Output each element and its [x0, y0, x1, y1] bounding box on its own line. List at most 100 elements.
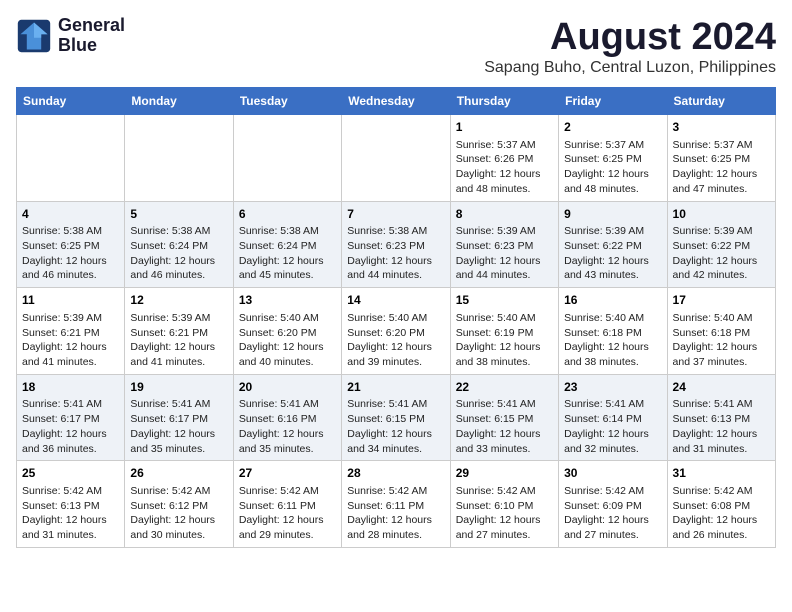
day-number: 22: [456, 379, 553, 396]
subtitle: Sapang Buho, Central Luzon, Philippines: [484, 59, 776, 77]
calendar-cell: 14Sunrise: 5:40 AM Sunset: 6:20 PM Dayli…: [342, 288, 450, 375]
calendar-cell: 16 Sunrise: 5:40 AM Sunset: 6:18 PM Dayli…: [559, 288, 667, 375]
day-number: 24: [673, 379, 770, 396]
day-info: Sunrise: 5:41 AM Sunset: 6:15 PM Dayligh…: [456, 397, 553, 456]
day-info: Sunrise: 5:38 AM Sunset: 6:23 PM Dayligh…: [347, 224, 444, 283]
col-header-wednesday: Wednesday: [342, 88, 450, 115]
day-number: 9: [564, 206, 661, 223]
title-block: August 2024 Sapang Buho, Central Luzon, …: [484, 16, 776, 77]
calendar-cell: 4Sunrise: 5:38 AM Sunset: 6:25 PM Daylig…: [17, 201, 125, 288]
day-info: Sunrise: 5:42 AM Sunset: 6:12 PM Dayligh…: [130, 484, 227, 543]
calendar-cell: 18Sunrise: 5:41 AM Sunset: 6:17 PM Dayli…: [17, 374, 125, 461]
day-info: Sunrise: 5:40 AM Sunset: 6:18 PM Dayligh…: [673, 311, 770, 370]
calendar-cell: 25 Sunrise: 5:42 AM Sunset: 6:13 PM Dayli…: [17, 461, 125, 548]
calendar-table: SundayMondayTuesdayWednesdayThursdayFrid…: [16, 87, 776, 548]
day-info: Sunrise: 5:38 AM Sunset: 6:24 PM Dayligh…: [239, 224, 336, 283]
day-info: Sunrise: 5:42 AM Sunset: 6:11 PM Dayligh…: [239, 484, 336, 543]
day-number: 29: [456, 465, 553, 482]
calendar-cell: 26 Sunrise: 5:42 AM Sunset: 6:12 PM Dayli…: [125, 461, 233, 548]
day-info: Sunrise: 5:37 AM Sunset: 6:26 PM Dayligh…: [456, 138, 553, 197]
col-header-friday: Friday: [559, 88, 667, 115]
day-number: 26: [130, 465, 227, 482]
day-info: Sunrise: 5:42 AM Sunset: 6:10 PM Dayligh…: [456, 484, 553, 543]
day-number: 19: [130, 379, 227, 396]
calendar-cell: 29 Sunrise: 5:42 AM Sunset: 6:10 PM Dayli…: [450, 461, 558, 548]
day-number: 7: [347, 206, 444, 223]
calendar-cell: 31 Sunrise: 5:42 AM Sunset: 6:08 PM Dayli…: [667, 461, 775, 548]
calendar-cell: 22Sunrise: 5:41 AM Sunset: 6:15 PM Dayli…: [450, 374, 558, 461]
day-info: Sunrise: 5:39 AM Sunset: 6:23 PM Dayligh…: [456, 224, 553, 283]
day-number: 23: [564, 379, 661, 396]
week-row-2: 4Sunrise: 5:38 AM Sunset: 6:25 PM Daylig…: [17, 201, 776, 288]
day-info: Sunrise: 5:42 AM Sunset: 6:13 PM Dayligh…: [22, 484, 119, 543]
calendar-cell: [17, 115, 125, 202]
day-number: 11: [22, 292, 119, 309]
day-number: 30: [564, 465, 661, 482]
calendar-cell: 5Sunrise: 5:38 AM Sunset: 6:24 PM Daylig…: [125, 201, 233, 288]
calendar-cell: 30 Sunrise: 5:42 AM Sunset: 6:09 PM Dayli…: [559, 461, 667, 548]
day-number: 18: [22, 379, 119, 396]
calendar-cell: 28Sunrise: 5:42 AM Sunset: 6:11 PM Dayli…: [342, 461, 450, 548]
day-number: 3: [673, 119, 770, 136]
day-info: Sunrise: 5:39 AM Sunset: 6:21 PM Dayligh…: [130, 311, 227, 370]
calendar-cell: 2Sunrise: 5:37 AM Sunset: 6:25 PM Daylig…: [559, 115, 667, 202]
week-row-3: 11 Sunrise: 5:39 AM Sunset: 6:21 PM Dayli…: [17, 288, 776, 375]
calendar-cell: 11 Sunrise: 5:39 AM Sunset: 6:21 PM Dayli…: [17, 288, 125, 375]
day-info: Sunrise: 5:41 AM Sunset: 6:13 PM Dayligh…: [673, 397, 770, 456]
day-info: Sunrise: 5:40 AM Sunset: 6:18 PM Dayligh…: [564, 311, 661, 370]
calendar-cell: 10Sunrise: 5:39 AM Sunset: 6:22 PM Dayli…: [667, 201, 775, 288]
day-info: Sunrise: 5:41 AM Sunset: 6:17 PM Dayligh…: [130, 397, 227, 456]
day-number: 8: [456, 206, 553, 223]
day-info: Sunrise: 5:41 AM Sunset: 6:17 PM Dayligh…: [22, 397, 119, 456]
day-info: Sunrise: 5:41 AM Sunset: 6:16 PM Dayligh…: [239, 397, 336, 456]
week-row-1: 1 Sunrise: 5:37 AM Sunset: 6:26 PM Daylig…: [17, 115, 776, 202]
calendar-cell: 7Sunrise: 5:38 AM Sunset: 6:23 PM Daylig…: [342, 201, 450, 288]
logo-icon: [16, 18, 52, 54]
calendar-cell: 24Sunrise: 5:41 AM Sunset: 6:13 PM Dayli…: [667, 374, 775, 461]
col-header-monday: Monday: [125, 88, 233, 115]
col-header-saturday: Saturday: [667, 88, 775, 115]
calendar-cell: 6Sunrise: 5:38 AM Sunset: 6:24 PM Daylig…: [233, 201, 341, 288]
calendar-cell: 3Sunrise: 5:37 AM Sunset: 6:25 PM Daylig…: [667, 115, 775, 202]
week-row-5: 25 Sunrise: 5:42 AM Sunset: 6:13 PM Dayli…: [17, 461, 776, 548]
col-header-tuesday: Tuesday: [233, 88, 341, 115]
day-info: Sunrise: 5:40 AM Sunset: 6:19 PM Dayligh…: [456, 311, 553, 370]
day-info: Sunrise: 5:41 AM Sunset: 6:15 PM Dayligh…: [347, 397, 444, 456]
day-number: 31: [673, 465, 770, 482]
calendar-cell: 23Sunrise: 5:41 AM Sunset: 6:14 PM Dayli…: [559, 374, 667, 461]
logo-line2: Blue: [58, 36, 125, 56]
day-info: Sunrise: 5:38 AM Sunset: 6:25 PM Dayligh…: [22, 224, 119, 283]
day-number: 17: [673, 292, 770, 309]
logo-line1: General: [58, 16, 125, 36]
day-info: Sunrise: 5:42 AM Sunset: 6:09 PM Dayligh…: [564, 484, 661, 543]
day-number: 1: [456, 119, 553, 136]
calendar-cell: [233, 115, 341, 202]
page-header: General Blue August 2024 Sapang Buho, Ce…: [16, 16, 776, 77]
day-number: 12: [130, 292, 227, 309]
header-row: SundayMondayTuesdayWednesdayThursdayFrid…: [17, 88, 776, 115]
day-number: 4: [22, 206, 119, 223]
calendar-cell: [342, 115, 450, 202]
day-number: 20: [239, 379, 336, 396]
day-info: Sunrise: 5:38 AM Sunset: 6:24 PM Dayligh…: [130, 224, 227, 283]
day-number: 13: [239, 292, 336, 309]
calendar-cell: 13 Sunrise: 5:40 AM Sunset: 6:20 PM Dayli…: [233, 288, 341, 375]
day-number: 14: [347, 292, 444, 309]
calendar-cell: 27Sunrise: 5:42 AM Sunset: 6:11 PM Dayli…: [233, 461, 341, 548]
day-number: 16: [564, 292, 661, 309]
day-info: Sunrise: 5:42 AM Sunset: 6:11 PM Dayligh…: [347, 484, 444, 543]
day-info: Sunrise: 5:39 AM Sunset: 6:22 PM Dayligh…: [564, 224, 661, 283]
col-header-thursday: Thursday: [450, 88, 558, 115]
day-number: 15: [456, 292, 553, 309]
day-number: 25: [22, 465, 119, 482]
day-info: Sunrise: 5:39 AM Sunset: 6:21 PM Dayligh…: [22, 311, 119, 370]
day-info: Sunrise: 5:42 AM Sunset: 6:08 PM Dayligh…: [673, 484, 770, 543]
day-number: 6: [239, 206, 336, 223]
day-info: Sunrise: 5:40 AM Sunset: 6:20 PM Dayligh…: [239, 311, 336, 370]
week-row-4: 18Sunrise: 5:41 AM Sunset: 6:17 PM Dayli…: [17, 374, 776, 461]
calendar-cell: 15 Sunrise: 5:40 AM Sunset: 6:19 PM Dayli…: [450, 288, 558, 375]
day-info: Sunrise: 5:37 AM Sunset: 6:25 PM Dayligh…: [564, 138, 661, 197]
day-number: 10: [673, 206, 770, 223]
day-info: Sunrise: 5:41 AM Sunset: 6:14 PM Dayligh…: [564, 397, 661, 456]
col-header-sunday: Sunday: [17, 88, 125, 115]
